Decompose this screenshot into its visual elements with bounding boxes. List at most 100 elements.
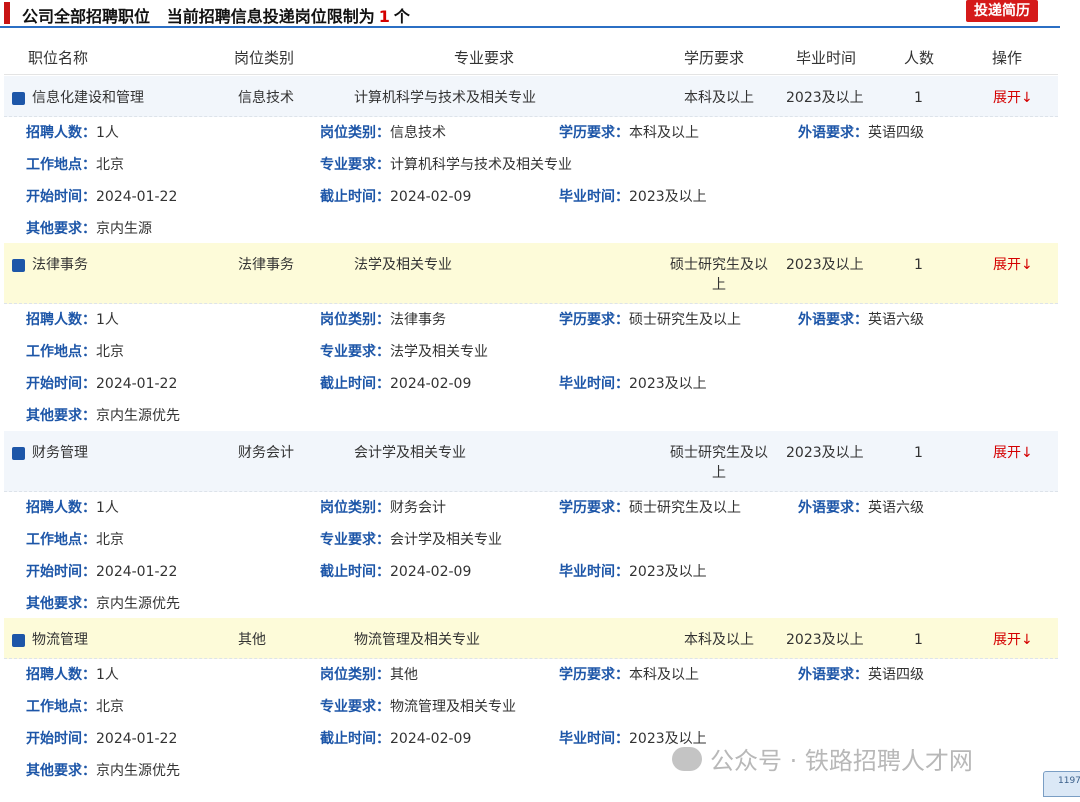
detail-location-label: 工作地点： [26, 157, 96, 173]
detail-count-value: 1人 [96, 125, 119, 141]
job-major: 会计学及相关专业 [354, 445, 466, 461]
job-major: 物流管理及相关专业 [354, 632, 480, 648]
detail-location: 工作地点：北京 [26, 530, 124, 550]
detail-grad: 毕业时间：2023及以上 [559, 562, 707, 582]
detail-language-label: 外语要求： [798, 125, 868, 141]
detail-location-value: 北京 [96, 532, 124, 548]
job-name-cell: 信息化建设和管理 [12, 88, 144, 108]
job-row[interactable]: 物流管理 其他 物流管理及相关专业 本科及以上 2023及以上 1 展开↓ [4, 618, 1058, 659]
detail-count: 招聘人数：1人 [26, 665, 119, 685]
detail-other-value: 京内生源 [96, 221, 152, 237]
detail-language-value: 英语六级 [868, 500, 924, 516]
detail-language: 外语要求：英语六级 [798, 310, 924, 330]
watermark-text: 公众号 · 铁路招聘人才网 [710, 747, 973, 775]
detail-count-label: 招聘人数： [26, 125, 96, 141]
col-header-category: 岗位类别 [234, 49, 295, 67]
detail-category-label: 岗位类别： [320, 667, 390, 683]
detail-education: 学历要求：硕士研究生及以上 [559, 498, 741, 518]
detail-grad-label: 毕业时间： [559, 564, 629, 580]
detail-location-label: 工作地点： [26, 699, 96, 715]
detail-end: 截止时间：2024-02-09 [320, 562, 471, 582]
apply-resume-button[interactable]: 投递简历 [966, 0, 1038, 22]
expand-link[interactable]: 展开↓ [993, 443, 1033, 463]
detail-start-label: 开始时间： [26, 564, 96, 580]
detail-end-label: 截止时间： [320, 564, 390, 580]
detail-language-value: 英语六级 [868, 312, 924, 328]
detail-category: 岗位类别：其他 [320, 665, 418, 685]
job-major: 计算机科学与技术及相关专业 [354, 90, 536, 106]
detail-other-label: 其他要求： [26, 763, 96, 779]
job-count: 1 [914, 632, 923, 648]
job-name: 财务管理 [32, 445, 88, 461]
detail-end-label: 截止时间： [320, 189, 390, 205]
detail-location-label: 工作地点： [26, 344, 96, 360]
job-name: 信息化建设和管理 [32, 90, 144, 106]
detail-start-label: 开始时间： [26, 731, 96, 747]
expand-link[interactable]: 展开↓ [993, 255, 1033, 275]
detail-other-label: 其他要求： [26, 408, 96, 424]
watermark: 公众号 · 铁路招聘人才网 [672, 741, 973, 776]
expand-link[interactable]: 展开↓ [993, 630, 1033, 650]
detail-end-label: 截止时间： [320, 731, 390, 747]
detail-other: 其他要求：京内生源 [26, 219, 152, 239]
job-row[interactable]: 法律事务 法律事务 法学及相关专业 硕士研究生及以上 2023及以上 1 展开↓ [4, 243, 1058, 304]
job-name-cell: 物流管理 [12, 630, 88, 650]
page-header: 公司全部招聘职位 当前招聘信息投递岗位限制为 1 个 投递简历 [0, 0, 1060, 28]
detail-other-value: 京内生源优先 [96, 596, 180, 612]
detail-start-value: 2024-01-22 [96, 376, 178, 392]
job-grad: 2023及以上 [786, 445, 864, 461]
detail-education-label: 学历要求： [559, 312, 629, 328]
detail-other-label: 其他要求： [26, 221, 96, 237]
detail-end-value: 2024-02-09 [390, 189, 472, 205]
detail-category: 岗位类别：财务会计 [320, 498, 446, 518]
corner-badge[interactable]: 1197 [1043, 771, 1080, 797]
detail-start: 开始时间：2024-01-22 [26, 187, 177, 207]
detail-language: 外语要求：英语四级 [798, 665, 924, 685]
page-title: 公司全部招聘职位 当前招聘信息投递岗位限制为 1 个 [22, 3, 410, 27]
detail-major-value: 会计学及相关专业 [390, 532, 502, 548]
job-education: 本科及以上 [684, 90, 754, 106]
detail-start-value: 2024-01-22 [96, 731, 178, 747]
detail-category-label: 岗位类别： [320, 500, 390, 516]
header-accent-bar [4, 2, 10, 24]
detail-category: 岗位类别：法律事务 [320, 310, 446, 330]
detail-major-label: 专业要求： [320, 157, 390, 173]
detail-major-label: 专业要求： [320, 344, 390, 360]
detail-education-value: 本科及以上 [629, 667, 699, 683]
limit-count: 1 [378, 7, 390, 26]
detail-major-value: 法学及相关专业 [390, 344, 488, 360]
col-header-major: 专业要求 [454, 49, 515, 67]
job-major: 法学及相关专业 [354, 257, 452, 273]
detail-start: 开始时间：2024-01-22 [26, 562, 177, 582]
job-name-cell: 法律事务 [12, 255, 88, 275]
col-header-grad: 毕业时间 [796, 49, 857, 67]
detail-language-label: 外语要求： [798, 500, 868, 516]
job-name: 法律事务 [32, 257, 88, 273]
bullet-square-icon [12, 91, 25, 105]
detail-grad-value: 2023及以上 [629, 564, 707, 580]
job-row[interactable]: 财务管理 财务会计 会计学及相关专业 硕士研究生及以上 2023及以上 1 展开↓ [4, 431, 1058, 492]
detail-category-value: 其他 [390, 667, 418, 683]
detail-count-value: 1人 [96, 312, 119, 328]
detail-major-value: 计算机科学与技术及相关专业 [390, 157, 572, 173]
detail-language: 外语要求：英语四级 [798, 123, 924, 143]
detail-education-value: 硕士研究生及以上 [629, 500, 741, 516]
limit-unit: 个 [393, 7, 410, 26]
detail-count-value: 1人 [96, 667, 119, 683]
detail-major: 专业要求：计算机科学与技术及相关专业 [320, 155, 572, 175]
detail-end-value: 2024-02-09 [390, 731, 472, 747]
detail-other-label: 其他要求： [26, 596, 96, 612]
job-row[interactable]: 信息化建设和管理 信息技术 计算机科学与技术及相关专业 本科及以上 2023及以上 1 展开… [4, 76, 1058, 117]
detail-language-value: 英语四级 [868, 125, 924, 141]
detail-language-label: 外语要求： [798, 312, 868, 328]
job-grad: 2023及以上 [786, 632, 864, 648]
expand-link[interactable]: 展开↓ [993, 88, 1033, 108]
detail-location-value: 北京 [96, 344, 124, 360]
detail-end-value: 2024-02-09 [390, 564, 472, 580]
job-detail: 招聘人数：1人 岗位类别：法律事务 学历要求：硕士研究生及以上 外语要求：英语六级 工作… [26, 303, 1046, 431]
job-category: 信息技术 [238, 90, 294, 106]
job-education: 硕士研究生及以上 [670, 445, 768, 481]
detail-count-value: 1人 [96, 500, 119, 516]
detail-education-value: 硕士研究生及以上 [629, 312, 741, 328]
detail-education-label: 学历要求： [559, 667, 629, 683]
